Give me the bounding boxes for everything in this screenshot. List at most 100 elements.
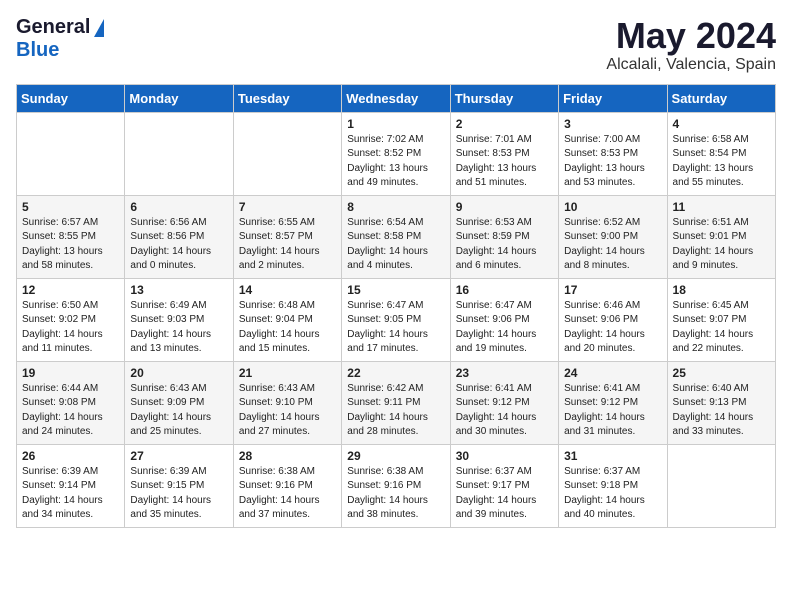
day-info: Sunrise: 6:38 AM Sunset: 9:16 PM Dayligh… xyxy=(347,465,444,523)
day-number: 2 xyxy=(456,117,553,131)
day-number: 29 xyxy=(347,449,444,463)
calendar-cell: 9 Sunrise: 6:53 AM Sunset: 8:59 PM Daylig… xyxy=(450,195,558,278)
day-info: Sunrise: 6:49 AM Sunset: 9:03 PM Dayligh… xyxy=(130,299,227,357)
week-row-4: 19 Sunrise: 6:44 AM Sunset: 9:08 PM Dayli… xyxy=(17,361,776,444)
day-number: 16 xyxy=(456,283,553,297)
calendar-cell: 4 Sunrise: 6:58 AM Sunset: 8:54 PM Daylig… xyxy=(667,112,775,195)
calendar-cell: 21 Sunrise: 6:43 AM Sunset: 9:10 PM Dayli… xyxy=(233,361,341,444)
day-info: Sunrise: 6:45 AM Sunset: 9:07 PM Dayligh… xyxy=(673,299,770,357)
calendar-cell: 24 Sunrise: 6:41 AM Sunset: 9:12 PM Dayli… xyxy=(559,361,667,444)
day-info: Sunrise: 6:41 AM Sunset: 9:12 PM Dayligh… xyxy=(456,382,553,440)
calendar-cell: 10 Sunrise: 6:52 AM Sunset: 9:00 PM Dayli… xyxy=(559,195,667,278)
calendar-cell: 14 Sunrise: 6:48 AM Sunset: 9:04 PM Dayli… xyxy=(233,278,341,361)
day-number: 10 xyxy=(564,200,661,214)
day-info: Sunrise: 6:56 AM Sunset: 8:56 PM Dayligh… xyxy=(130,216,227,274)
day-number: 23 xyxy=(456,366,553,380)
day-number: 3 xyxy=(564,117,661,131)
header-day-friday: Friday xyxy=(559,84,667,112)
day-info: Sunrise: 6:41 AM Sunset: 9:12 PM Dayligh… xyxy=(564,382,661,440)
calendar-cell: 19 Sunrise: 6:44 AM Sunset: 9:08 PM Dayli… xyxy=(17,361,125,444)
day-number: 20 xyxy=(130,366,227,380)
location-subtitle: Alcalali, Valencia, Spain xyxy=(606,56,776,74)
calendar-cell: 7 Sunrise: 6:55 AM Sunset: 8:57 PM Daylig… xyxy=(233,195,341,278)
calendar-cell: 26 Sunrise: 6:39 AM Sunset: 9:14 PM Dayli… xyxy=(17,444,125,527)
day-info: Sunrise: 6:55 AM Sunset: 8:57 PM Dayligh… xyxy=(239,216,336,274)
calendar-cell: 29 Sunrise: 6:38 AM Sunset: 9:16 PM Dayli… xyxy=(342,444,450,527)
logo-triangle-icon xyxy=(94,19,104,37)
calendar-cell: 11Sunrise: 6:51 AM Sunset: 9:01 PM Dayli… xyxy=(667,195,775,278)
calendar-cell xyxy=(667,444,775,527)
day-number: 9 xyxy=(456,200,553,214)
week-row-2: 5 Sunrise: 6:57 AM Sunset: 8:55 PM Daylig… xyxy=(17,195,776,278)
header-day-sunday: Sunday xyxy=(17,84,125,112)
calendar-cell: 8Sunrise: 6:54 AM Sunset: 8:58 PM Daylig… xyxy=(342,195,450,278)
header-day-thursday: Thursday xyxy=(450,84,558,112)
day-number: 28 xyxy=(239,449,336,463)
day-number: 19 xyxy=(22,366,119,380)
calendar-cell: 30Sunrise: 6:37 AM Sunset: 9:17 PM Dayli… xyxy=(450,444,558,527)
month-year-title: May 2024 xyxy=(606,16,776,56)
day-number: 26 xyxy=(22,449,119,463)
day-number: 24 xyxy=(564,366,661,380)
calendar-cell: 15 Sunrise: 6:47 AM Sunset: 9:05 PM Dayli… xyxy=(342,278,450,361)
day-info: Sunrise: 6:38 AM Sunset: 9:16 PM Dayligh… xyxy=(239,465,336,523)
day-info: Sunrise: 6:47 AM Sunset: 9:05 PM Dayligh… xyxy=(347,299,444,357)
day-number: 13 xyxy=(130,283,227,297)
calendar-cell: 20Sunrise: 6:43 AM Sunset: 9:09 PM Dayli… xyxy=(125,361,233,444)
calendar-cell: 22Sunrise: 6:42 AM Sunset: 9:11 PM Dayli… xyxy=(342,361,450,444)
day-number: 7 xyxy=(239,200,336,214)
calendar-cell: 3 Sunrise: 7:00 AM Sunset: 8:53 PM Daylig… xyxy=(559,112,667,195)
calendar-cell: 2 Sunrise: 7:01 AM Sunset: 8:53 PM Daylig… xyxy=(450,112,558,195)
week-row-1: 1 Sunrise: 7:02 AM Sunset: 8:52 PM Daylig… xyxy=(17,112,776,195)
calendar-cell: 1 Sunrise: 7:02 AM Sunset: 8:52 PM Daylig… xyxy=(342,112,450,195)
calendar-cell xyxy=(17,112,125,195)
day-info: Sunrise: 6:39 AM Sunset: 9:14 PM Dayligh… xyxy=(22,465,119,523)
week-row-5: 26 Sunrise: 6:39 AM Sunset: 9:14 PM Dayli… xyxy=(17,444,776,527)
day-info: Sunrise: 6:47 AM Sunset: 9:06 PM Dayligh… xyxy=(456,299,553,357)
day-number: 17 xyxy=(564,283,661,297)
day-info: Sunrise: 6:39 AM Sunset: 9:15 PM Dayligh… xyxy=(130,465,227,523)
day-info: Sunrise: 6:40 AM Sunset: 9:13 PM Dayligh… xyxy=(673,382,770,440)
calendar-cell: 16 Sunrise: 6:47 AM Sunset: 9:06 PM Dayli… xyxy=(450,278,558,361)
day-info: Sunrise: 6:52 AM Sunset: 9:00 PM Dayligh… xyxy=(564,216,661,274)
day-info: Sunrise: 6:58 AM Sunset: 8:54 PM Dayligh… xyxy=(673,133,770,191)
day-number: 15 xyxy=(347,283,444,297)
logo-blue-text: Blue xyxy=(16,39,59,62)
day-number: 27 xyxy=(130,449,227,463)
day-number: 4 xyxy=(673,117,770,131)
day-number: 1 xyxy=(347,117,444,131)
header-day-tuesday: Tuesday xyxy=(233,84,341,112)
day-info: Sunrise: 6:53 AM Sunset: 8:59 PM Dayligh… xyxy=(456,216,553,274)
calendar-cell: 31Sunrise: 6:37 AM Sunset: 9:18 PM Dayli… xyxy=(559,444,667,527)
calendar-cell xyxy=(125,112,233,195)
day-info: Sunrise: 6:46 AM Sunset: 9:06 PM Dayligh… xyxy=(564,299,661,357)
day-info: Sunrise: 6:44 AM Sunset: 9:08 PM Dayligh… xyxy=(22,382,119,440)
day-info: Sunrise: 6:48 AM Sunset: 9:04 PM Dayligh… xyxy=(239,299,336,357)
day-info: Sunrise: 6:57 AM Sunset: 8:55 PM Dayligh… xyxy=(22,216,119,274)
header-day-wednesday: Wednesday xyxy=(342,84,450,112)
calendar-cell xyxy=(233,112,341,195)
calendar-cell: 27 Sunrise: 6:39 AM Sunset: 9:15 PM Dayli… xyxy=(125,444,233,527)
day-number: 6 xyxy=(130,200,227,214)
day-info: Sunrise: 7:01 AM Sunset: 8:53 PM Dayligh… xyxy=(456,133,553,191)
day-number: 30 xyxy=(456,449,553,463)
week-row-3: 12Sunrise: 6:50 AM Sunset: 9:02 PM Dayli… xyxy=(17,278,776,361)
day-number: 5 xyxy=(22,200,119,214)
title-block: May 2024 Alcalali, Valencia, Spain xyxy=(606,16,776,74)
day-info: Sunrise: 7:00 AM Sunset: 8:53 PM Dayligh… xyxy=(564,133,661,191)
day-info: Sunrise: 7:02 AM Sunset: 8:52 PM Dayligh… xyxy=(347,133,444,191)
page-header: General Blue May 2024 Alcalali, Valencia… xyxy=(16,16,776,74)
day-number: 22 xyxy=(347,366,444,380)
calendar-cell: 12Sunrise: 6:50 AM Sunset: 9:02 PM Dayli… xyxy=(17,278,125,361)
day-number: 31 xyxy=(564,449,661,463)
calendar-cell: 17 Sunrise: 6:46 AM Sunset: 9:06 PM Dayli… xyxy=(559,278,667,361)
day-number: 21 xyxy=(239,366,336,380)
day-number: 14 xyxy=(239,283,336,297)
calendar-table: SundayMondayTuesdayWednesdayThursdayFrid… xyxy=(16,84,776,528)
day-number: 12 xyxy=(22,283,119,297)
day-info: Sunrise: 6:43 AM Sunset: 9:10 PM Dayligh… xyxy=(239,382,336,440)
calendar-cell: 25Sunrise: 6:40 AM Sunset: 9:13 PM Dayli… xyxy=(667,361,775,444)
day-number: 11 xyxy=(673,200,770,214)
logo: General Blue xyxy=(16,16,104,62)
day-number: 8 xyxy=(347,200,444,214)
